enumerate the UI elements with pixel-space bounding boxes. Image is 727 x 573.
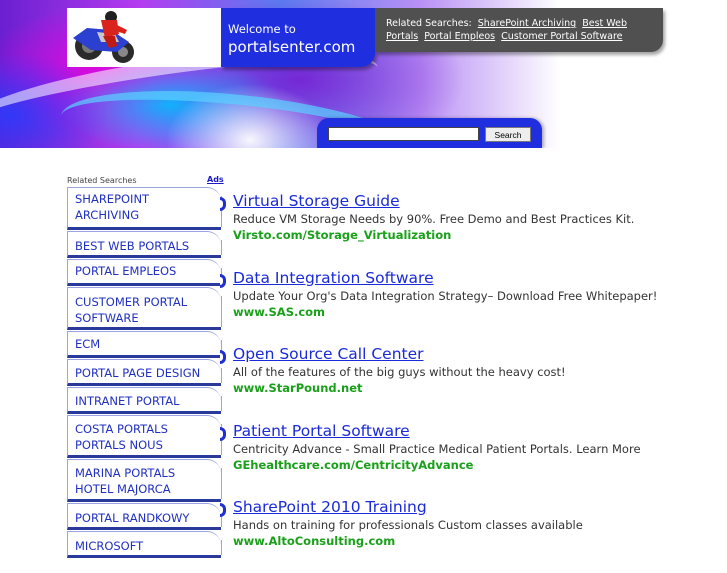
sidebar-item-sharepoint-archiving[interactable]: SHAREPOINT ARCHIVING — [67, 187, 222, 230]
related-searches-label: Related Searches: — [386, 18, 472, 29]
search-button[interactable]: Search — [485, 127, 531, 142]
ad-result: Data Integration Software Update Your Or… — [220, 267, 720, 344]
bullet-arrow-icon — [220, 273, 226, 288]
sidebar-item-costa-portals[interactable]: COSTA PORTALS PORTALS NOUS — [67, 415, 222, 458]
search-input[interactable] — [328, 127, 479, 141]
site-header: Welcome to portalsenter.com Related Sear… — [0, 0, 727, 148]
ad-result: Open Source Call Center All of the featu… — [220, 343, 720, 420]
ad-description: Reduce VM Storage Needs by 90%. Free Dem… — [233, 212, 635, 226]
sidebar-item-portal-empleos[interactable]: PORTAL EMPLEOS — [67, 259, 222, 286]
ad-url-link[interactable]: www.AltoConsulting.com — [233, 534, 395, 548]
ad-description: Hands on training for professionals Cust… — [233, 518, 583, 532]
sidebar-item-ecm[interactable]: ECM — [67, 331, 222, 358]
sidebar-item-customer-portal-software[interactable]: CUSTOMER PORTAL SOFTWARE — [67, 287, 222, 330]
welcome-text: Welcome to — [228, 22, 296, 36]
sidebar-related-list: SHAREPOINT ARCHIVING BEST WEB PORTALS PO… — [67, 187, 222, 559]
welcome-panel: Welcome to portalsenter.com — [221, 8, 375, 67]
ad-description: Centricity Advance - Small Practice Medi… — [233, 441, 641, 456]
bullet-arrow-icon — [220, 426, 226, 441]
sidebar-item-portal-page-design[interactable]: PORTAL PAGE DESIGN — [67, 359, 222, 386]
header-link-portal-empleos[interactable]: Portal Empleos — [424, 31, 495, 42]
ad-title-link[interactable]: Data Integration Software — [233, 269, 434, 287]
search-bar: Search — [317, 118, 542, 148]
bullet-arrow-icon — [220, 350, 226, 364]
header-link-sharepoint-archiving[interactable]: SharePoint Archiving — [478, 18, 576, 29]
bullet-arrow-icon — [220, 503, 226, 517]
ads-label-link[interactable]: Ads — [207, 175, 224, 184]
ad-description: Update Your Org's Data Integration Strat… — [233, 288, 658, 303]
header-link-customer-portal-software[interactable]: Customer Portal Software — [501, 31, 622, 42]
sponsored-results: Virtual Storage Guide Reduce VM Storage … — [220, 190, 720, 573]
ad-description: All of the features of the big guys with… — [233, 365, 566, 379]
sidebar-item-portal-randkowy[interactable]: PORTAL RANDKOWY — [67, 503, 222, 530]
ad-title-link[interactable]: Open Source Call Center — [233, 345, 424, 363]
ad-result: SharePoint 2010 Training Hands on traini… — [220, 496, 720, 573]
ad-url-link[interactable]: www.SAS.com — [233, 305, 325, 319]
ad-url-link[interactable]: www.StarPound.net — [233, 381, 363, 395]
ad-title-link[interactable]: SharePoint 2010 Training — [233, 498, 427, 516]
sidebar-item-marina-portals[interactable]: MARINA PORTALS HOTEL MAJORCA — [67, 459, 222, 502]
header-related-searches: Related Searches: SharePoint Archiving B… — [375, 8, 663, 52]
ad-url-link[interactable]: Virsto.com/Storage_Virtualization — [233, 228, 451, 242]
motorcycle-rider-image — [67, 8, 221, 67]
ad-result: Virtual Storage Guide Reduce VM Storage … — [220, 190, 720, 267]
ad-title-link[interactable]: Patient Portal Software — [233, 422, 410, 440]
ad-title-link[interactable]: Virtual Storage Guide — [233, 192, 400, 210]
bullet-arrow-icon — [220, 197, 226, 211]
sidebar-heading: Related Searches — [67, 176, 137, 185]
sidebar-item-intranet-portal[interactable]: INTRANET PORTAL — [67, 387, 222, 414]
ad-result: Patient Portal Software Centricity Advan… — [220, 420, 720, 497]
site-name: portalsenter.com — [228, 38, 356, 56]
sidebar-item-best-web-portals[interactable]: BEST WEB PORTALS — [67, 231, 222, 258]
ad-url-link[interactable]: GEhealthcare.com/CentricityAdvance — [233, 458, 473, 472]
